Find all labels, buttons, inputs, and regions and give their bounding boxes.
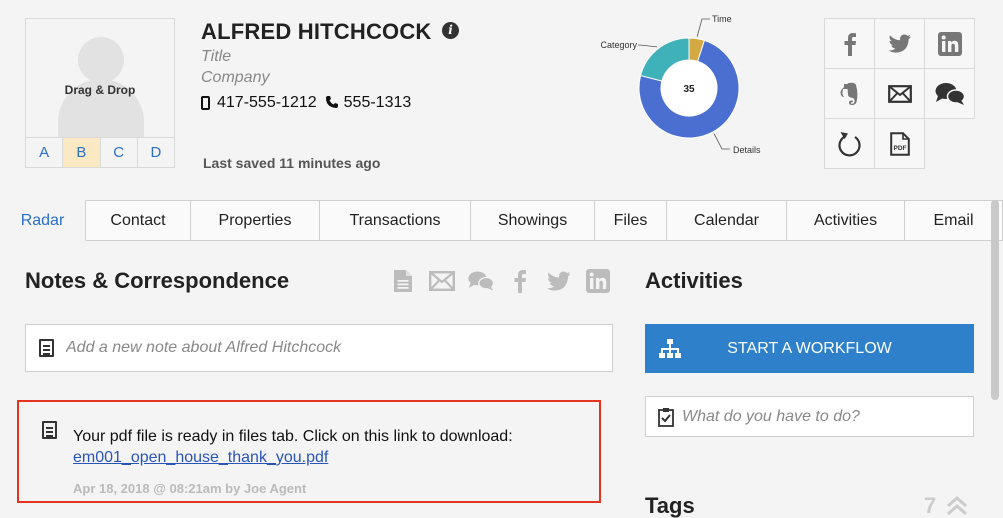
empty-cell — [925, 119, 975, 169]
tab-contact[interactable]: Contact — [86, 200, 191, 241]
donut-label-details: Details — [733, 145, 761, 155]
pdf-icon[interactable]: PDF — [875, 119, 925, 169]
contact-tabs: Radar Contact Properties Transactions Sh… — [0, 200, 1003, 241]
notes-filter-facebook-icon[interactable] — [507, 268, 533, 294]
last-saved-status: Last saved 11 minutes ago — [203, 155, 381, 171]
share-actions-grid: PDF — [824, 18, 975, 169]
mobile-phone-icon — [201, 96, 210, 110]
tab-activities[interactable]: Activities — [787, 200, 905, 241]
notes-filter-document-icon[interactable] — [390, 268, 416, 294]
mobile-number[interactable]: 417-555-1212 — [217, 94, 317, 112]
refresh-icon[interactable] — [825, 119, 875, 169]
twitter-icon[interactable] — [875, 19, 925, 69]
note-text: Your pdf file is ready in files tab. Cli… — [73, 428, 513, 445]
tab-files[interactable]: Files — [595, 200, 667, 241]
grade-c[interactable]: C — [101, 138, 138, 167]
notes-filter-icons — [390, 268, 611, 294]
linkedin-icon[interactable] — [925, 19, 975, 69]
tab-transactions[interactable]: Transactions — [320, 200, 471, 241]
todo-field[interactable] — [645, 396, 974, 437]
todo-input[interactable] — [682, 407, 962, 426]
facebook-icon[interactable] — [825, 19, 875, 69]
notes-filter-linkedin-icon[interactable] — [585, 268, 611, 294]
donut-leader-details — [713, 133, 730, 150]
note-timestamp: Apr 18, 2018 @ 08:21am by Joe Agent — [73, 481, 307, 496]
chat-icon[interactable] — [925, 69, 975, 119]
contact-name: ALFRED HITCHCOCK — [201, 19, 432, 44]
scrollbar-thumb[interactable] — [991, 200, 999, 400]
avatar-placeholder-head — [78, 37, 124, 83]
clipboard-check-icon — [658, 407, 674, 427]
collapse-chevron-icon[interactable] — [945, 494, 969, 518]
note-document-icon — [39, 339, 54, 357]
notes-section-title: Notes & Correspondence — [25, 268, 290, 293]
phone-number[interactable]: 555-1313 — [344, 94, 412, 112]
donut-label-category: Category — [600, 40, 637, 50]
phone-numbers: 417-555-1212 555-1313 — [201, 94, 411, 112]
notes-filter-chat-icon[interactable] — [468, 268, 494, 294]
grade-selector: A B C D — [26, 137, 174, 167]
page-scrollbar[interactable] — [988, 200, 1003, 518]
notes-filter-email-icon[interactable] — [429, 268, 455, 294]
drag-drop-label: Drag & Drop — [64, 83, 136, 97]
donut-leader-category — [638, 44, 658, 48]
tab-showings[interactable]: Showings — [471, 200, 595, 241]
radar-donut-chart: 35 Time Details Category — [600, 14, 761, 155]
new-note-field[interactable] — [25, 324, 613, 372]
svg-text:PDF: PDF — [893, 145, 906, 152]
email-icon[interactable] — [875, 69, 925, 119]
start-workflow-label: START A WORKFLOW — [727, 339, 892, 357]
new-note-input[interactable] — [66, 339, 586, 357]
donut-label-time: Time — [712, 14, 732, 24]
grade-d[interactable]: D — [138, 138, 174, 167]
tab-calendar[interactable]: Calendar — [667, 200, 787, 241]
note-document-icon — [42, 421, 57, 439]
donut-center-label: 35 — [683, 84, 695, 95]
note-download-link[interactable]: em001_open_house_thank_you.pdf — [73, 449, 328, 467]
title-field[interactable]: Title — [201, 48, 231, 66]
avatar[interactable]: Drag & Drop — [26, 19, 174, 137]
info-icon[interactable]: i — [442, 22, 459, 39]
grade-b[interactable]: B — [63, 138, 101, 167]
tab-properties[interactable]: Properties — [191, 200, 320, 241]
grade-a[interactable]: A — [26, 138, 64, 167]
tags-count: 7 — [924, 493, 937, 518]
tags-section-title: Tags — [645, 493, 695, 518]
note-item: Your pdf file is ready in files tab. Cli… — [17, 400, 601, 503]
donut-leader-time — [696, 18, 710, 37]
activities-section-title: Activities — [645, 268, 743, 293]
avatar-dropzone[interactable]: Drag & Drop A B C D — [25, 18, 175, 168]
notes-filter-twitter-icon[interactable] — [546, 268, 572, 294]
company-field[interactable]: Company — [201, 69, 269, 87]
phone-icon — [325, 95, 339, 112]
evernote-icon[interactable] — [825, 69, 875, 119]
start-workflow-button[interactable]: START A WORKFLOW — [645, 324, 974, 373]
tab-radar[interactable]: Radar — [0, 200, 86, 241]
